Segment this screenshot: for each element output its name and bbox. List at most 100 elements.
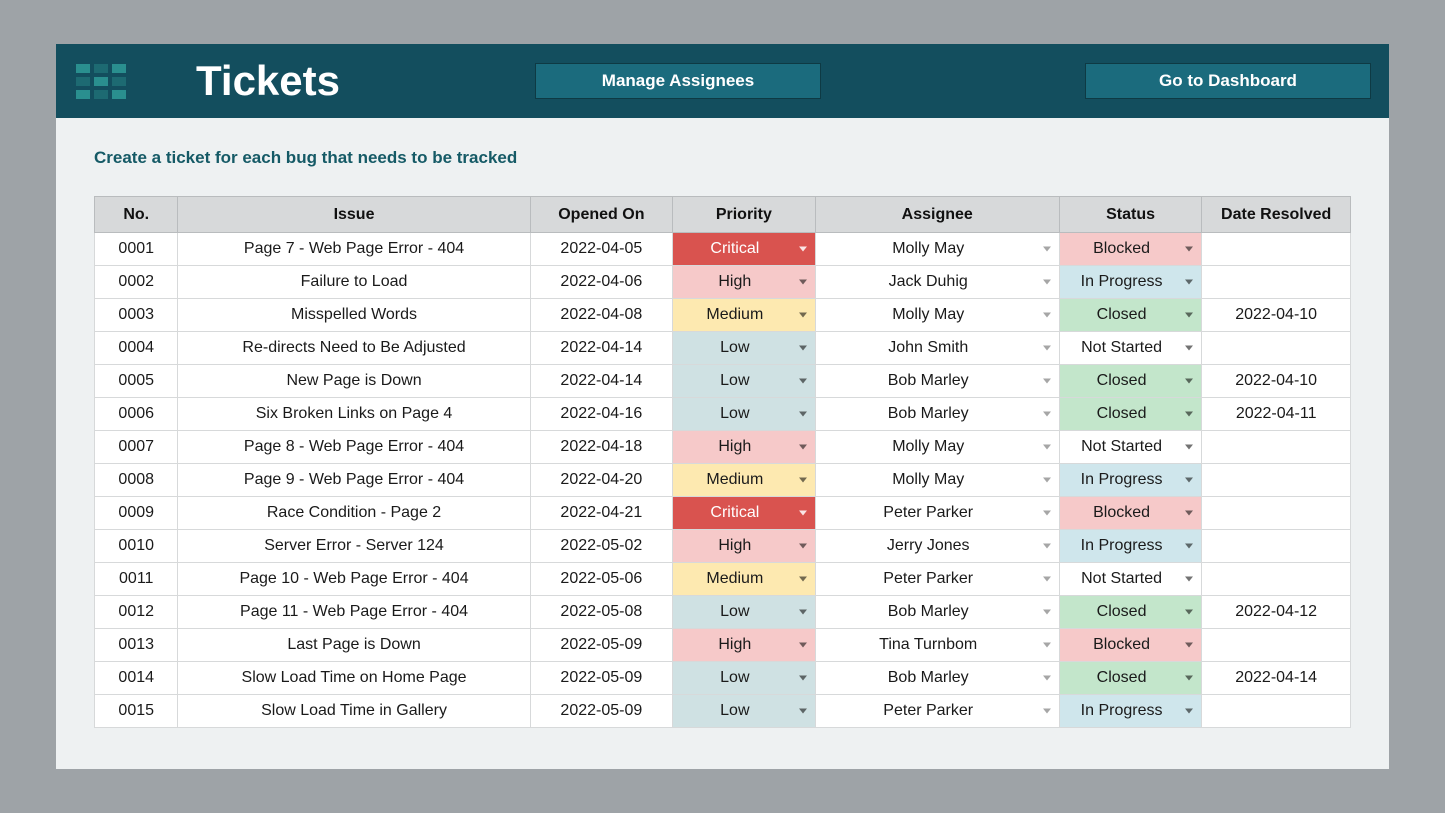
assignee-dropdown[interactable]: Jack Duhig [815,266,1059,299]
assignee-dropdown[interactable]: Bob Marley [815,365,1059,398]
cell-issue: Page 11 - Web Page Error - 404 [178,596,530,629]
status-dropdown[interactable]: Blocked [1059,233,1201,266]
status-dropdown[interactable]: In Progress [1059,266,1201,299]
cell-no: 0013 [95,629,178,662]
go-to-dashboard-button[interactable]: Go to Dashboard [1085,63,1371,99]
table-row: 0010Server Error - Server 1242022-05-02H… [95,530,1351,563]
chevron-down-icon [799,247,807,252]
cell-no: 0014 [95,662,178,695]
app-frame: Tickets Manage Assignees Go to Dashboard… [56,44,1389,769]
assignee-dropdown[interactable]: Molly May [815,233,1059,266]
col-resolved: Date Resolved [1202,197,1351,233]
table-row: 0002Failure to Load2022-04-06HighJack Du… [95,266,1351,299]
chevron-down-icon [799,676,807,681]
priority-dropdown[interactable]: Medium [673,563,815,596]
assignee-dropdown[interactable]: Peter Parker [815,695,1059,728]
status-dropdown[interactable]: Blocked [1059,629,1201,662]
table-row: 0006Six Broken Links on Page 42022-04-16… [95,398,1351,431]
chevron-down-icon [1043,577,1051,582]
priority-dropdown[interactable]: High [673,629,815,662]
table-row: 0009Race Condition - Page 22022-04-21Cri… [95,497,1351,530]
priority-dropdown[interactable]: Low [673,365,815,398]
status-dropdown[interactable]: In Progress [1059,464,1201,497]
assignee-dropdown[interactable]: Bob Marley [815,596,1059,629]
assignee-dropdown[interactable]: Bob Marley [815,662,1059,695]
chevron-down-icon [799,511,807,516]
chevron-down-icon [1185,577,1193,582]
assignee-dropdown[interactable]: Molly May [815,464,1059,497]
table-row: 0004Re-directs Need to Be Adjusted2022-0… [95,332,1351,365]
priority-dropdown[interactable]: Medium [673,464,815,497]
priority-dropdown[interactable]: Medium [673,299,815,332]
cell-issue: Re-directs Need to Be Adjusted [178,332,530,365]
cell-issue: Page 10 - Web Page Error - 404 [178,563,530,596]
priority-dropdown[interactable]: High [673,530,815,563]
cell-no: 0003 [95,299,178,332]
chevron-down-icon [1185,412,1193,417]
assignee-dropdown[interactable]: John Smith [815,332,1059,365]
chevron-down-icon [799,544,807,549]
status-dropdown[interactable]: Not Started [1059,431,1201,464]
chevron-down-icon [1185,280,1193,285]
cell-issue: Page 9 - Web Page Error - 404 [178,464,530,497]
cell-resolved [1202,530,1351,563]
cell-opened: 2022-04-16 [530,398,672,431]
status-dropdown[interactable]: Closed [1059,299,1201,332]
chevron-down-icon [1043,478,1051,483]
chevron-down-icon [1185,247,1193,252]
priority-dropdown[interactable]: Critical [673,233,815,266]
table-row: 0005New Page is Down2022-04-14LowBob Mar… [95,365,1351,398]
cell-opened: 2022-04-05 [530,233,672,266]
cell-opened: 2022-05-09 [530,629,672,662]
assignee-dropdown[interactable]: Tina Turnbom [815,629,1059,662]
cell-resolved [1202,233,1351,266]
priority-dropdown[interactable]: Low [673,695,815,728]
cell-issue: Slow Load Time in Gallery [178,695,530,728]
priority-dropdown[interactable]: Low [673,398,815,431]
manage-assignees-button[interactable]: Manage Assignees [535,63,821,99]
priority-dropdown[interactable]: Low [673,596,815,629]
assignee-dropdown[interactable]: Peter Parker [815,497,1059,530]
priority-dropdown[interactable]: High [673,431,815,464]
priority-dropdown[interactable]: Low [673,332,815,365]
cell-no: 0006 [95,398,178,431]
assignee-dropdown[interactable]: Jerry Jones [815,530,1059,563]
status-dropdown[interactable]: In Progress [1059,530,1201,563]
priority-dropdown[interactable]: High [673,266,815,299]
cell-issue: Last Page is Down [178,629,530,662]
assignee-dropdown[interactable]: Peter Parker [815,563,1059,596]
status-dropdown[interactable]: Blocked [1059,497,1201,530]
assignee-dropdown[interactable]: Bob Marley [815,398,1059,431]
cell-opened: 2022-05-09 [530,662,672,695]
table-row: 0015Slow Load Time in Gallery2022-05-09L… [95,695,1351,728]
cell-issue: Page 8 - Web Page Error - 404 [178,431,530,464]
col-status: Status [1059,197,1201,233]
cell-no: 0015 [95,695,178,728]
table-row: 0011Page 10 - Web Page Error - 4042022-0… [95,563,1351,596]
chevron-down-icon [799,313,807,318]
chevron-down-icon [1185,346,1193,351]
status-dropdown[interactable]: Not Started [1059,563,1201,596]
table-row: 0001Page 7 - Web Page Error - 4042022-04… [95,233,1351,266]
cell-opened: 2022-04-14 [530,332,672,365]
cell-resolved [1202,497,1351,530]
chevron-down-icon [1185,709,1193,714]
cell-opened: 2022-05-08 [530,596,672,629]
status-dropdown[interactable]: Closed [1059,365,1201,398]
cell-no: 0005 [95,365,178,398]
status-dropdown[interactable]: Closed [1059,596,1201,629]
status-dropdown[interactable]: In Progress [1059,695,1201,728]
priority-dropdown[interactable]: Low [673,662,815,695]
cell-issue: Six Broken Links on Page 4 [178,398,530,431]
chevron-down-icon [1043,544,1051,549]
priority-dropdown[interactable]: Critical [673,497,815,530]
status-dropdown[interactable]: Closed [1059,398,1201,431]
chevron-down-icon [1185,643,1193,648]
status-dropdown[interactable]: Closed [1059,662,1201,695]
status-dropdown[interactable]: Not Started [1059,332,1201,365]
cell-opened: 2022-05-09 [530,695,672,728]
assignee-dropdown[interactable]: Molly May [815,431,1059,464]
assignee-dropdown[interactable]: Molly May [815,299,1059,332]
col-opened: Opened On [530,197,672,233]
app-logo-icon [76,64,126,99]
